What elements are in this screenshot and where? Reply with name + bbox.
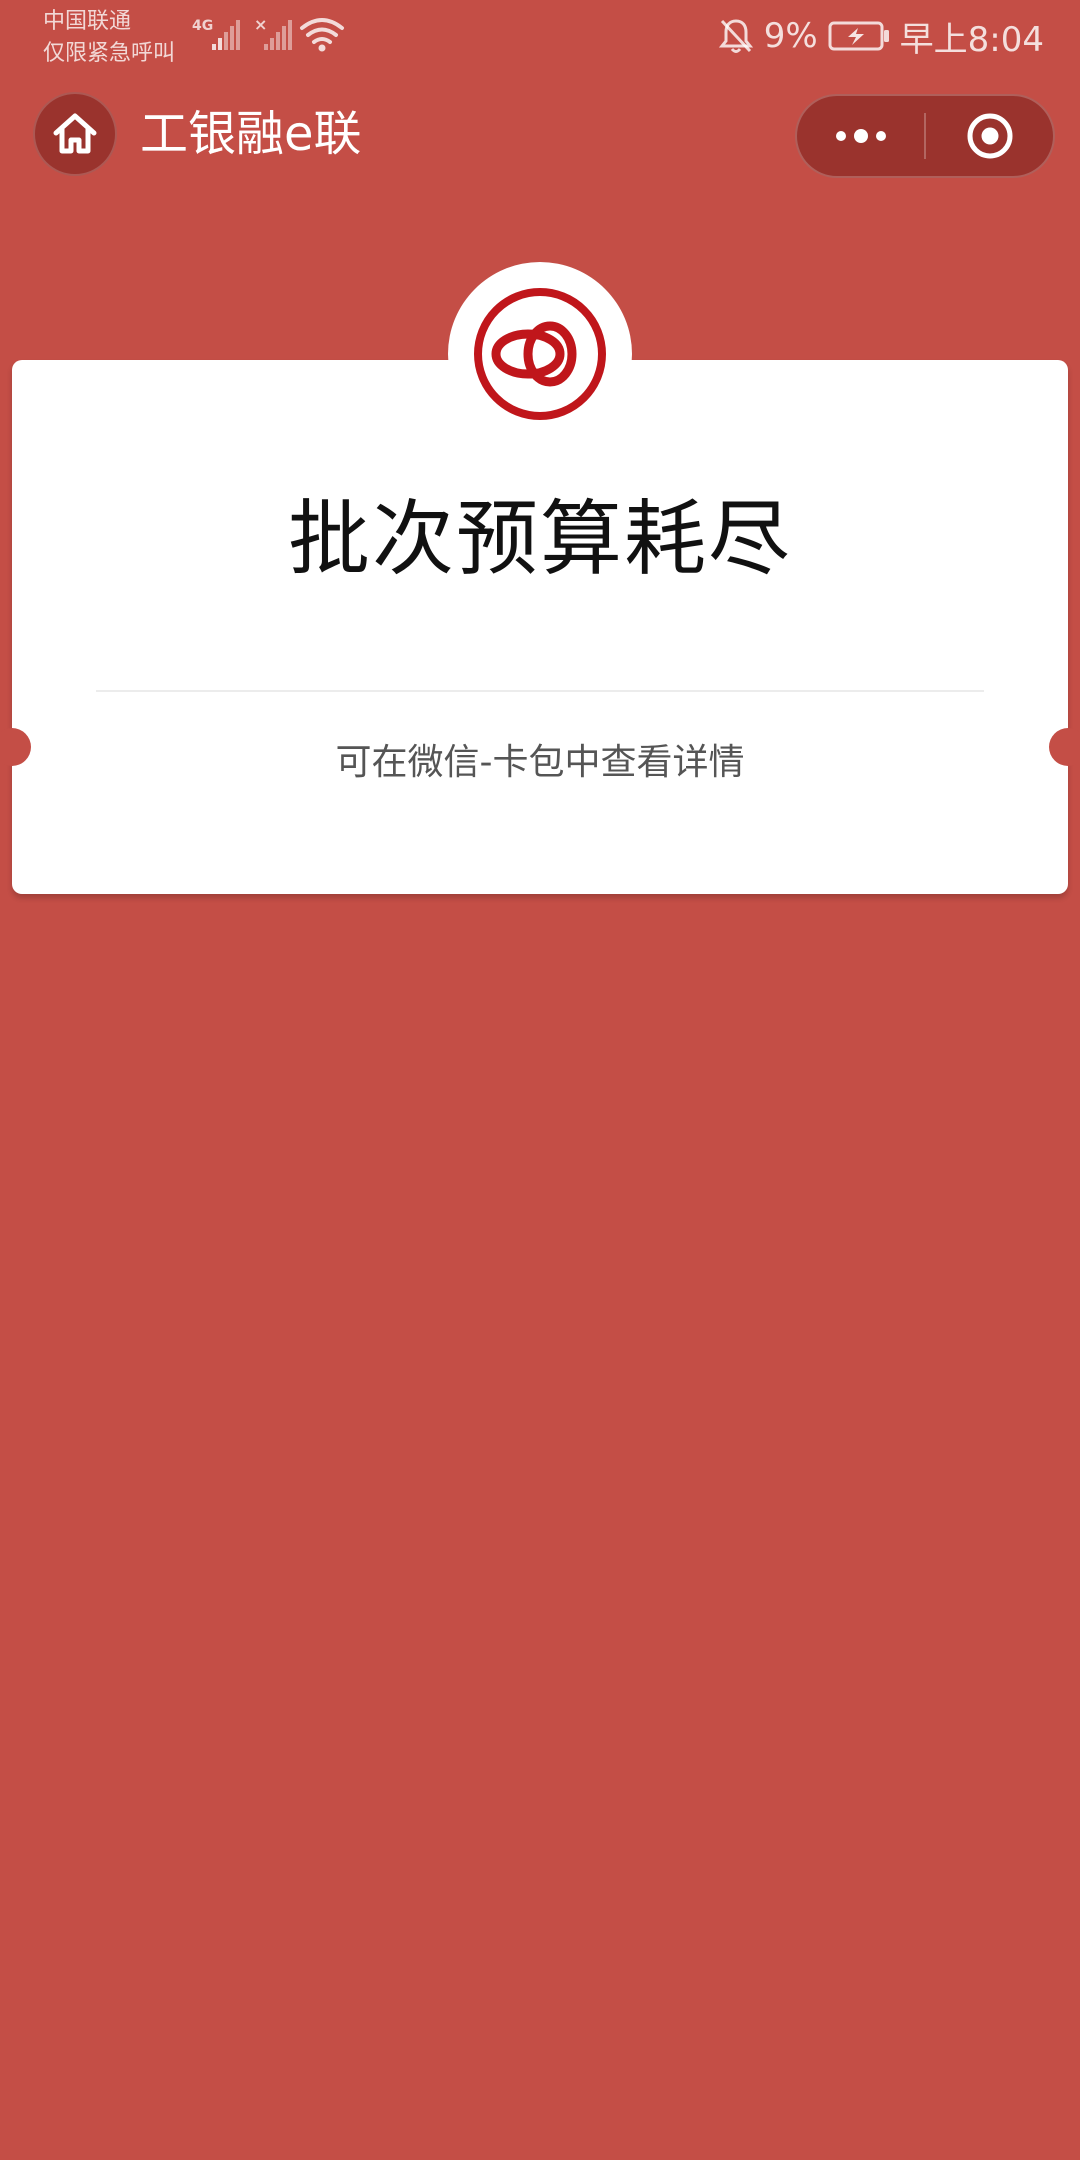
carrier-name: 中国联通 (43, 9, 132, 34)
carrier-info: 中国联通 仅限紧急呼叫 (43, 6, 175, 70)
card-title: 批次预算耗尽 (287, 492, 792, 587)
more-button[interactable] (797, 96, 924, 176)
battery-charging-icon (828, 21, 889, 51)
close-button[interactable] (926, 96, 1053, 176)
network-type-label: 4G (192, 18, 213, 34)
nav-bar: 工银融e联 (0, 92, 1080, 180)
signal-icon: 4G × (192, 15, 344, 52)
bank-logo-icon (474, 288, 606, 420)
home-button[interactable] (33, 92, 117, 176)
mute-icon (718, 19, 753, 53)
status-right: 9% 早上8:04 (718, 12, 1044, 60)
card-subtitle: 可在微信-卡包中查看详情 (335, 742, 745, 783)
wifi-icon (300, 18, 344, 44)
close-target-icon (967, 113, 1012, 159)
home-icon (53, 113, 97, 154)
screen: 中国联通 仅限紧急呼叫 4G × 9% 早上8:04 工银融e联 批次预算耗尽 … (0, 0, 1080, 2160)
battery-percent: 9% (763, 16, 818, 56)
card-divider (96, 690, 984, 692)
svg-text:×: × (254, 15, 267, 34)
bank-logo (448, 262, 632, 446)
status-bar: 中国联通 仅限紧急呼叫 4G × 9% 早上8:04 (0, 0, 1080, 72)
carrier-status: 仅限紧急呼叫 (43, 41, 176, 66)
clock: 早上8:04 (899, 19, 1044, 60)
page-title: 工银融e联 (140, 106, 362, 162)
more-dots-icon (835, 129, 886, 143)
capsule-menu (795, 94, 1055, 178)
